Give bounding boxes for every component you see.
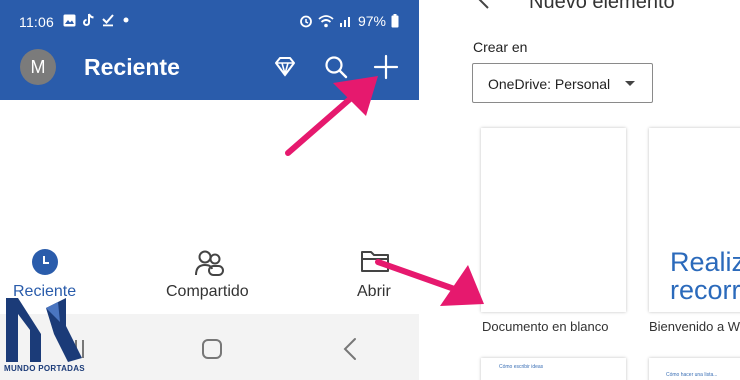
template-list-title: Cómo hacer una lista... xyxy=(666,372,718,378)
avatar-initial: M xyxy=(30,56,46,77)
search-icon[interactable] xyxy=(322,53,350,81)
status-bar: 11:06 97% xyxy=(0,0,419,44)
signal-icon xyxy=(339,17,350,27)
template-welcome-preview: Realiza recorric xyxy=(670,248,740,304)
download-done-icon xyxy=(102,14,114,27)
location-label: Crear en xyxy=(473,39,528,55)
clock-icon xyxy=(32,249,58,275)
welcome-preview-line-1: Realiza xyxy=(670,247,740,277)
location-dropdown[interactable]: OneDrive: Personal xyxy=(472,63,653,103)
template-caption-welcome: Bienvenido a W xyxy=(649,319,740,334)
image-icon xyxy=(63,14,76,26)
template-card-ideas[interactable]: Cómo escribir ideas xyxy=(481,358,626,380)
alarm-icon xyxy=(300,15,312,28)
page-title: Reciente xyxy=(84,54,180,80)
location-value: OneDrive: Personal xyxy=(488,76,611,92)
template-card-list[interactable]: Cómo hacer una lista... xyxy=(649,358,740,380)
back-icon[interactable] xyxy=(340,336,360,362)
app-bar: 11:06 97% M Reciente xyxy=(0,0,419,100)
dot-icon xyxy=(123,17,129,23)
premium-diamond-icon[interactable] xyxy=(271,53,299,81)
back-arrow-icon[interactable] xyxy=(474,0,494,10)
new-item-screen: Nuevo elemento Crear en OneDrive: Person… xyxy=(419,0,740,380)
folder-icon xyxy=(361,251,389,272)
template-ideas-title: Cómo escribir ideas xyxy=(499,364,544,370)
nav-label-abrir: Abrir xyxy=(357,283,391,300)
welcome-preview-line-2: recorric xyxy=(670,275,740,305)
battery-percent: 97% xyxy=(357,13,386,29)
home-icon[interactable] xyxy=(200,337,224,361)
system-status-icons: 97% xyxy=(299,13,399,29)
template-blank-document[interactable] xyxy=(481,128,626,312)
tiktok-icon xyxy=(83,13,94,26)
nav-label-compartido: Compartido xyxy=(166,283,249,300)
wifi-icon xyxy=(318,15,334,28)
avatar[interactable]: M xyxy=(20,49,56,85)
battery-icon xyxy=(391,14,399,28)
template-welcome[interactable]: Realiza recorric xyxy=(649,128,740,312)
add-icon[interactable] xyxy=(372,53,400,81)
dialog-title: Nuevo elemento xyxy=(529,0,675,13)
template-caption-blank: Documento en blanco xyxy=(482,319,609,334)
caret-down-icon xyxy=(625,81,635,86)
status-time: 11:06 xyxy=(19,14,54,30)
logo-wordmark: MUNDO PORTADAS xyxy=(4,364,85,373)
people-icon xyxy=(195,250,224,276)
notification-icons xyxy=(63,13,131,27)
